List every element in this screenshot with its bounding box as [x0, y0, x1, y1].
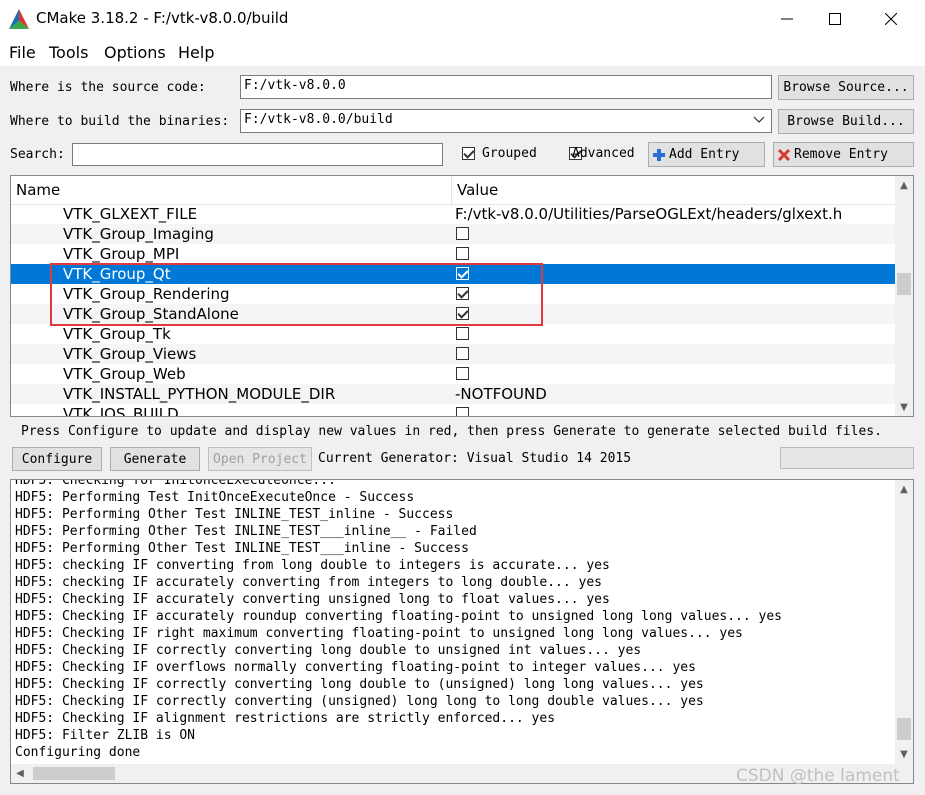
out-scroll-down-icon[interactable]: ▼ [895, 745, 913, 763]
output-line: HDF5: checking IF accurately converting … [15, 575, 602, 590]
entry-checkbox[interactable] [456, 367, 469, 380]
close-icon [885, 13, 897, 25]
output-vscrollbar[interactable]: ▲ ▼ [895, 480, 913, 764]
entry-name: VTK_Group_Imaging [63, 225, 214, 243]
header-value[interactable]: Value [457, 181, 498, 199]
current-generator: Current Generator: Visual Studio 14 2015 [318, 451, 632, 466]
entry-name: VTK_Group_MPI [63, 245, 180, 263]
entry-name: VTK_Group_Views [63, 345, 197, 363]
tree-row[interactable]: VTK_GLXEXT_FILE F:/vtk-v8.0.0/Utilities/P… [11, 204, 895, 224]
tree-row[interactable]: VTK_Group_Imaging [11, 224, 895, 244]
tree-row[interactable]: VTK_Group_Views [11, 344, 895, 364]
output-line: HDF5: Checking IF alignment restrictions… [15, 711, 556, 726]
output-line: HDF5: Performing Other Test INLINE_TEST_… [15, 507, 454, 522]
output-line: HDF5: Performing Other Test INLINE_TEST_… [15, 524, 477, 539]
tree-row[interactable]: VTK_Group_Tk [11, 324, 895, 344]
header-name[interactable]: Name [16, 181, 60, 199]
entry-value[interactable]: -NOTFOUND [455, 384, 547, 404]
entry-checkbox[interactable] [456, 247, 469, 260]
output-line: HDF5: Performing Test InitOnceExecuteOnc… [15, 490, 415, 505]
output-log[interactable]: HDF5: Checking for InitOnceExecuteOnce..… [10, 479, 914, 784]
build-combobox[interactable]: F:/vtk-v8.0.0/build [240, 109, 772, 133]
minimize-icon [781, 18, 793, 20]
title-bar: CMake 3.18.2 - F:/vtk-v8.0.0/build [0, 0, 925, 38]
tree-header: Name Value [11, 176, 895, 205]
open-project-button[interactable]: Open Project [208, 447, 312, 471]
output-line: HDF5: Checking for InitOnceExecuteOnce..… [15, 479, 336, 488]
output-hscroll-thumb[interactable] [33, 767, 115, 780]
menu-tools[interactable]: Tools [49, 43, 88, 62]
menu-options[interactable]: Options [104, 43, 166, 62]
entry-checkbox[interactable] [456, 407, 469, 416]
add-icon [653, 148, 665, 161]
highlight-box [50, 263, 543, 326]
tree-row[interactable]: VTK_Group_MPI [11, 244, 895, 264]
remove-entry-button[interactable]: Remove Entry [773, 142, 914, 167]
scroll-left-icon[interactable]: ◀ [11, 764, 29, 783]
hint-text: Press Configure to update and display ne… [21, 424, 882, 439]
advanced-label: Advanced [572, 146, 635, 161]
scroll-down-icon[interactable]: ▼ [895, 398, 913, 416]
entry-name: VTK_Group_Tk [63, 325, 171, 343]
output-vscroll-thumb[interactable] [897, 718, 911, 740]
build-label: Where to build the binaries: [10, 114, 230, 129]
entry-checkbox[interactable] [456, 227, 469, 240]
entry-checkbox[interactable] [456, 347, 469, 360]
add-entry-button[interactable]: Add Entry [648, 142, 765, 167]
remove-icon [777, 148, 791, 161]
tree-scroll-thumb[interactable] [897, 273, 911, 295]
generate-button[interactable]: Generate [110, 447, 200, 471]
tree-row[interactable]: VTK_Group_Web [11, 364, 895, 384]
progress-bar [780, 447, 914, 469]
output-line: HDF5: Checking IF correctly converting l… [15, 677, 704, 692]
tree-row[interactable]: VTK_INSTALL_PYTHON_MODULE_DIR -NOTFOUND [11, 384, 895, 404]
output-line: HDF5: Performing Other Test INLINE_TEST_… [15, 541, 469, 556]
build-value: F:/vtk-v8.0.0/build [244, 112, 393, 127]
maximize-button[interactable] [812, 0, 858, 38]
chevron-down-icon[interactable] [753, 116, 765, 124]
grouped-checkbox[interactable] [462, 147, 475, 160]
entry-name: VTK_GLXEXT_FILE [63, 205, 198, 223]
scroll-up-icon[interactable]: ▲ [895, 176, 913, 194]
watermark: CSDN @the lament [736, 766, 900, 786]
window-title: CMake 3.18.2 - F:/vtk-v8.0.0/build [36, 9, 289, 27]
entry-value[interactable]: F:/vtk-v8.0.0/Utilities/ParseOGLExt/head… [455, 204, 842, 224]
entry-name: VTK_IOS_BUILD [63, 405, 179, 417]
output-line: HDF5: Checking IF correctly converting (… [15, 694, 704, 709]
add-entry-label: Add Entry [669, 147, 740, 162]
menu-help[interactable]: Help [178, 43, 214, 62]
search-input[interactable] [72, 143, 443, 166]
output-line: HDF5: Checking IF accurately roundup con… [15, 609, 783, 624]
tree-scrollbar[interactable]: ▲ ▼ [895, 176, 913, 416]
source-field[interactable]: F:/vtk-v8.0.0 [240, 75, 772, 99]
grouped-label: Grouped [482, 146, 537, 161]
entry-name: VTK_INSTALL_PYTHON_MODULE_DIR [63, 385, 336, 403]
output-line: Configuring done [15, 745, 141, 760]
remove-entry-label: Remove Entry [794, 147, 888, 162]
header-divider [451, 176, 452, 204]
minimize-button[interactable] [764, 0, 810, 38]
out-scroll-up-icon[interactable]: ▲ [895, 480, 913, 498]
cmake-logo-icon [9, 9, 29, 29]
menu-file[interactable]: File [9, 43, 36, 62]
output-line: HDF5: Filter ZLIB is ON [15, 728, 196, 743]
browse-build-button[interactable]: Browse Build... [778, 109, 914, 134]
output-line: HDF5: Checking IF accurately converting … [15, 592, 610, 607]
output-line: HDF5: Checking IF correctly converting l… [15, 643, 642, 658]
entry-name: VTK_Group_Web [63, 365, 186, 383]
close-button[interactable] [868, 0, 914, 38]
output-line: HDF5: Checking IF right maximum converti… [15, 626, 743, 641]
search-label: Search: [10, 147, 65, 162]
maximize-icon [829, 13, 841, 25]
tree-row[interactable]: VTK_IOS_BUILD [11, 404, 895, 417]
browse-source-button[interactable]: Browse Source... [778, 75, 914, 100]
output-line: HDF5: Checking IF overflows normally con… [15, 660, 696, 675]
source-label: Where is the source code: [10, 80, 206, 95]
entry-checkbox[interactable] [456, 327, 469, 340]
configure-button[interactable]: Configure [12, 447, 102, 471]
output-line: HDF5: checking IF converting from long d… [15, 558, 610, 573]
